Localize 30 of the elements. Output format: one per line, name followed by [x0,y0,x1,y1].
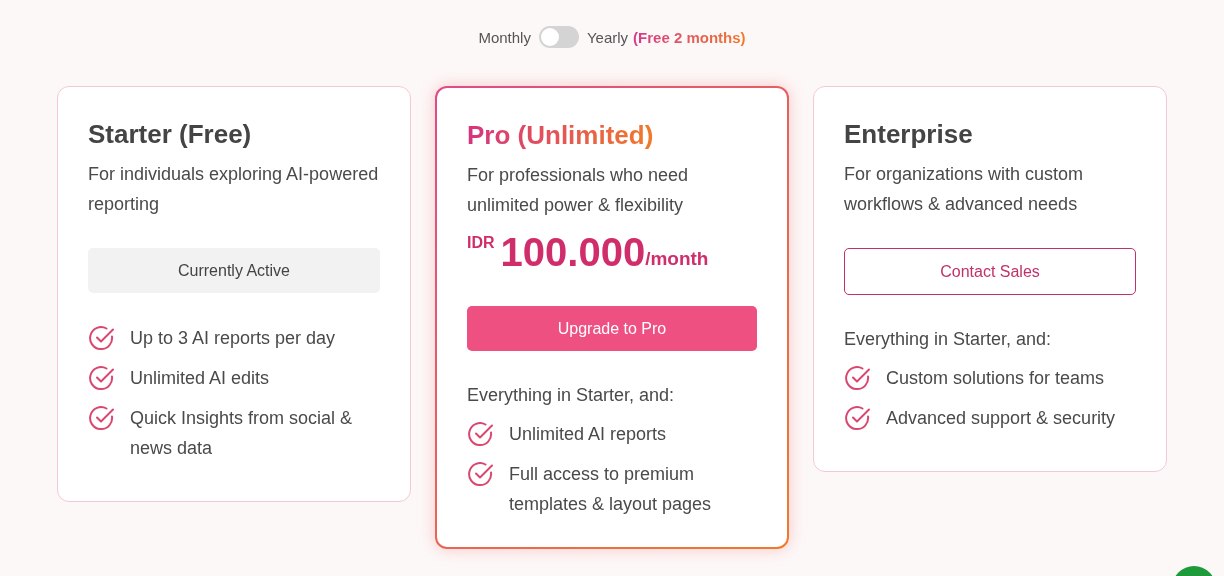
check-circle-icon [88,324,116,352]
plan-description: For organizations with custom workflows & advanced needs [844,163,1085,216]
features-intro: Everything in Starter, and: [467,384,676,407]
feature-text: Up to 3 AI reports per day [130,327,336,350]
features-intro: Everything in Starter, and: [844,328,1053,351]
plan-description: For individuals exploring AI-powered reporting [88,163,380,216]
plan-description: For professionals who need unlimited power & flexibility [467,164,690,217]
price-period: /month [645,248,709,270]
feature-text: Quick Insights from social & news data [130,407,354,460]
feature-text: Full access to premium templates & layout pages [509,463,713,516]
yearly-label: Yearly [586,28,629,46]
check-circle-icon [88,364,116,392]
monthly-label: Monthly [478,28,531,46]
feature-text: Unlimited AI edits [130,367,270,390]
current-plan-button[interactable]: Currently Active [88,248,380,293]
billing-switch[interactable] [538,26,579,48]
check-circle-icon [467,420,495,448]
plan-title: Starter (Free) [88,118,253,151]
price-amount: 100.000 [500,230,646,274]
check-circle-icon [844,364,872,392]
upgrade-button[interactable]: Upgrade to Pro [467,306,757,351]
check-circle-icon [88,404,116,432]
check-circle-icon [844,404,872,432]
contact-sales-button[interactable]: Contact Sales [844,248,1136,295]
check-circle-icon [467,460,495,488]
price-currency: IDR [467,234,495,252]
feature-text: Unlimited AI reports [509,423,667,446]
plan-title: Enterprise [844,118,974,151]
feature-text: Advanced support & security [886,407,1116,430]
feature-text: Custom solutions for teams [886,367,1105,390]
